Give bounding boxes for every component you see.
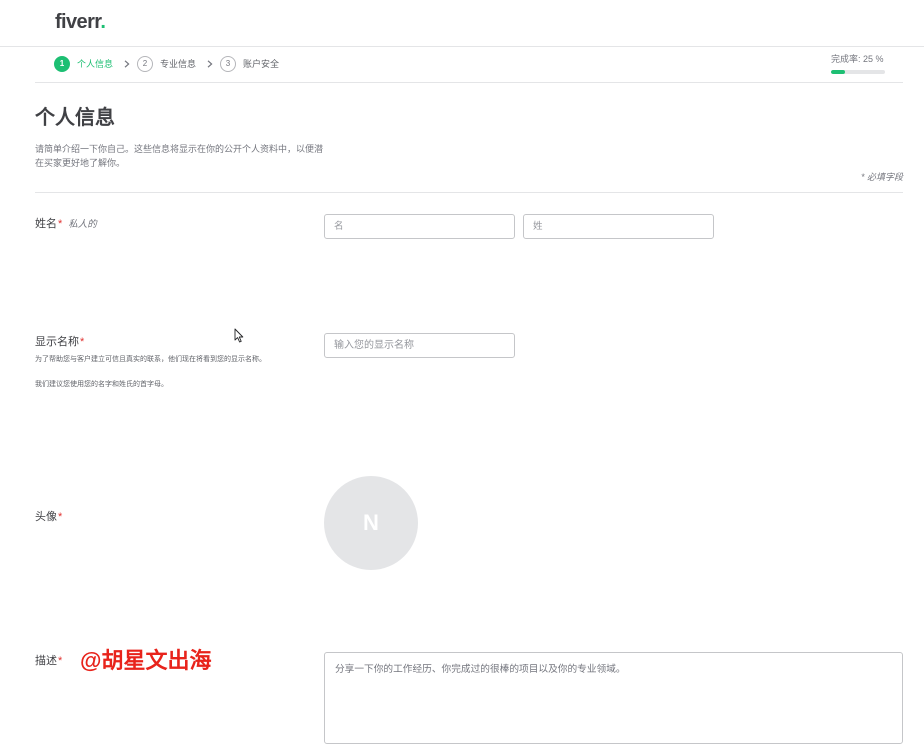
- stepper-steps: 1 个人信息 2 专业信息 3 账户安全: [54, 56, 279, 72]
- step-label: 个人信息: [77, 59, 114, 69]
- step-account-security[interactable]: 3 账户安全: [220, 56, 279, 72]
- watermark: @胡星文出海: [80, 648, 212, 673]
- display-name-input[interactable]: [324, 333, 515, 358]
- required-asterisk: *: [58, 218, 63, 230]
- fiverr-logo[interactable]: fiverr.: [55, 11, 106, 33]
- chevron-right-icon: [124, 60, 130, 68]
- description-label: 描述*: [35, 654, 62, 668]
- first-name-input[interactable]: [324, 214, 515, 239]
- step-personal-info[interactable]: 1 个人信息: [54, 56, 113, 72]
- description-textarea[interactable]: [324, 652, 903, 744]
- logo-dot: .: [100, 11, 106, 33]
- step-professional-info[interactable]: 2 专业信息: [137, 56, 196, 72]
- step-number: 2: [137, 56, 154, 72]
- display-name-help-1: 为了帮助您与客户建立可信且真实的联系，他们现在将看到您的显示名称。: [35, 356, 266, 363]
- logo-text: fiverr: [55, 11, 101, 33]
- mouse-cursor-icon: [234, 328, 244, 343]
- step-number: 3: [220, 56, 237, 72]
- display-name-help-2: 我们建议您使用您的名字和姓氏的首字母。: [35, 381, 168, 388]
- display-name-label: 显示名称*: [35, 335, 84, 349]
- completion-progress-bar: [831, 70, 885, 74]
- progress-bar-fill: [831, 70, 845, 74]
- display-name-label-text: 显示名称: [35, 336, 79, 348]
- private-note: 私人的: [68, 219, 97, 230]
- avatar-label: 头像*: [35, 510, 62, 524]
- required-fields-note: * 必填字段: [860, 172, 903, 182]
- step-label: 专业信息: [160, 59, 197, 69]
- section-divider: [35, 192, 903, 193]
- required-asterisk: *: [58, 655, 63, 667]
- name-label: 姓名* 私人的: [35, 217, 97, 232]
- page-description: 请简单介绍一下你自己。这些信息将显示在你的公开个人资料中，以便潜在买家更好地了解…: [35, 144, 324, 168]
- chevron-right-icon: [207, 60, 213, 68]
- avatar-initial: N: [363, 510, 379, 535]
- avatar-upload[interactable]: N: [324, 476, 418, 570]
- page-title: 个人信息: [35, 107, 115, 129]
- required-asterisk: *: [80, 336, 85, 348]
- last-name-input[interactable]: [523, 214, 714, 239]
- completion-rate-label: 完成率: 25 %: [831, 54, 884, 64]
- name-label-text: 姓名: [35, 218, 57, 230]
- required-asterisk: *: [58, 511, 63, 523]
- description-label-text: 描述: [35, 655, 57, 667]
- step-number: 1: [54, 56, 70, 72]
- step-label: 账户安全: [243, 59, 280, 69]
- top-header: [0, 0, 924, 47]
- avatar-label-text: 头像: [35, 511, 57, 523]
